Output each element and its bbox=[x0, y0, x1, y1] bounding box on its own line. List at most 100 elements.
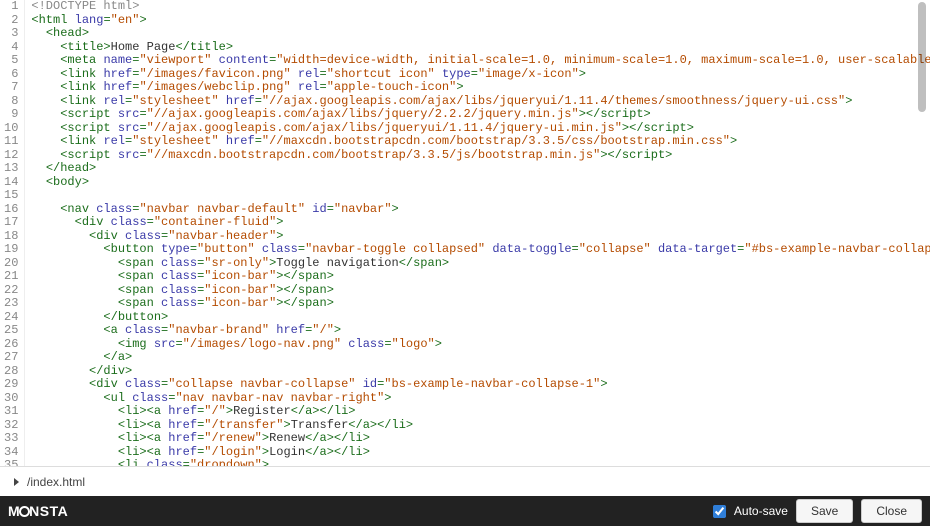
code-line[interactable]: 24 </button> bbox=[0, 311, 930, 325]
code-content[interactable]: <html lang="en"> bbox=[25, 14, 930, 28]
code-line[interactable]: 1<!DOCTYPE html> bbox=[0, 0, 930, 14]
line-number: 33 bbox=[0, 432, 25, 446]
code-content[interactable]: <li><a href="/login">Login</a></li> bbox=[25, 446, 930, 460]
save-button[interactable]: Save bbox=[796, 499, 853, 523]
autosave-label: Auto-save bbox=[734, 504, 788, 518]
line-number: 19 bbox=[0, 243, 25, 257]
code-content[interactable]: <a class="navbar-brand" href="/"> bbox=[25, 324, 930, 338]
code-line[interactable]: 31 <li><a href="/">Register</a></li> bbox=[0, 405, 930, 419]
code-content[interactable]: <div class="container-fluid"> bbox=[25, 216, 930, 230]
code-line[interactable]: 26 <img src="/images/logo-nav.png" class… bbox=[0, 338, 930, 352]
code-content[interactable]: <title>Home Page</title> bbox=[25, 41, 930, 55]
line-number: 7 bbox=[0, 81, 25, 95]
code-line[interactable]: 11 <link rel="stylesheet" href="//maxcdn… bbox=[0, 135, 930, 149]
code-content[interactable]: <head> bbox=[25, 27, 930, 41]
line-number: 23 bbox=[0, 297, 25, 311]
line-number: 8 bbox=[0, 95, 25, 109]
code-content[interactable]: <body> bbox=[25, 176, 930, 190]
code-line[interactable]: 16 <nav class="navbar navbar-default" id… bbox=[0, 203, 930, 217]
code-line[interactable]: 3 <head> bbox=[0, 27, 930, 41]
line-number: 26 bbox=[0, 338, 25, 352]
code-content[interactable]: <link rel="stylesheet" href="//maxcdn.bo… bbox=[25, 135, 930, 149]
code-content[interactable]: <!DOCTYPE html> bbox=[25, 0, 930, 14]
code-content[interactable]: <script src="//maxcdn.bootstrapcdn.com/b… bbox=[25, 149, 930, 163]
code-line[interactable]: 7 <link href="/images/webclip.png" rel="… bbox=[0, 81, 930, 95]
line-number: 3 bbox=[0, 27, 25, 41]
code-line[interactable]: 15 bbox=[0, 189, 930, 203]
code-line[interactable]: 14 <body> bbox=[0, 176, 930, 190]
code-content[interactable]: <link rel="stylesheet" href="//ajax.goog… bbox=[25, 95, 930, 109]
line-number: 4 bbox=[0, 41, 25, 55]
code-line[interactable]: 30 <ul class="nav navbar-nav navbar-righ… bbox=[0, 392, 930, 406]
code-content[interactable]: <li><a href="/renew">Renew</a></li> bbox=[25, 432, 930, 446]
code-content[interactable]: <script src="//ajax.googleapis.com/ajax/… bbox=[25, 122, 930, 136]
code-content[interactable]: <li><a href="/transfer">Transfer</a></li… bbox=[25, 419, 930, 433]
code-content[interactable]: <span class="icon-bar"></span> bbox=[25, 297, 930, 311]
status-bar: MNSTA Auto-save Save Close bbox=[0, 496, 930, 526]
code-line[interactable]: 12 <script src="//maxcdn.bootstrapcdn.co… bbox=[0, 149, 930, 163]
code-content[interactable]: <span class="sr-only">Toggle navigation<… bbox=[25, 257, 930, 271]
code-content[interactable]: </button> bbox=[25, 311, 930, 325]
code-content[interactable]: <span class="icon-bar"></span> bbox=[25, 284, 930, 298]
code-content[interactable]: <nav class="navbar navbar-default" id="n… bbox=[25, 203, 930, 217]
code-editor[interactable]: 1<!DOCTYPE html>2<html lang="en">3 <head… bbox=[0, 0, 930, 466]
code-line[interactable]: 6 <link href="/images/favicon.png" rel="… bbox=[0, 68, 930, 82]
code-line[interactable]: 8 <link rel="stylesheet" href="//ajax.go… bbox=[0, 95, 930, 109]
line-number: 17 bbox=[0, 216, 25, 230]
code-line[interactable]: 34 <li><a href="/login">Login</a></li> bbox=[0, 446, 930, 460]
code-line[interactable]: 21 <span class="icon-bar"></span> bbox=[0, 270, 930, 284]
line-number: 29 bbox=[0, 378, 25, 392]
code-line[interactable]: 27 </a> bbox=[0, 351, 930, 365]
line-number: 31 bbox=[0, 405, 25, 419]
code-line[interactable]: 20 <span class="sr-only">Toggle navigati… bbox=[0, 257, 930, 271]
autosave-toggle[interactable]: Auto-save bbox=[709, 502, 788, 521]
code-content[interactable]: </a> bbox=[25, 351, 930, 365]
code-content[interactable]: <li class="dropdown"> bbox=[25, 459, 930, 466]
code-line[interactable]: 5 <meta name="viewport" content="width=d… bbox=[0, 54, 930, 68]
line-number: 27 bbox=[0, 351, 25, 365]
line-number: 1 bbox=[0, 0, 25, 14]
code-line[interactable]: 25 <a class="navbar-brand" href="/"> bbox=[0, 324, 930, 338]
code-line[interactable]: 17 <div class="container-fluid"> bbox=[0, 216, 930, 230]
code-line[interactable]: 18 <div class="navbar-header"> bbox=[0, 230, 930, 244]
code-line[interactable]: 33 <li><a href="/renew">Renew</a></li> bbox=[0, 432, 930, 446]
code-content[interactable] bbox=[25, 189, 930, 203]
file-path-tab[interactable]: /index.html bbox=[0, 467, 99, 496]
line-number: 12 bbox=[0, 149, 25, 163]
line-number: 24 bbox=[0, 311, 25, 325]
code-content[interactable]: </div> bbox=[25, 365, 930, 379]
line-number: 16 bbox=[0, 203, 25, 217]
autosave-checkbox[interactable] bbox=[713, 505, 726, 518]
line-number: 21 bbox=[0, 270, 25, 284]
code-line[interactable]: 9 <script src="//ajax.googleapis.com/aja… bbox=[0, 108, 930, 122]
code-line[interactable]: 29 <div class="collapse navbar-collapse"… bbox=[0, 378, 930, 392]
code-line[interactable]: 2<html lang="en"> bbox=[0, 14, 930, 28]
line-number: 6 bbox=[0, 68, 25, 82]
code-content[interactable]: <li><a href="/">Register</a></li> bbox=[25, 405, 930, 419]
code-content[interactable]: <div class="navbar-header"> bbox=[25, 230, 930, 244]
code-content[interactable]: </head> bbox=[25, 162, 930, 176]
code-content[interactable]: <ul class="nav navbar-nav navbar-right"> bbox=[25, 392, 930, 406]
code-line[interactable]: 19 <button type="button" class="navbar-t… bbox=[0, 243, 930, 257]
code-content[interactable]: <meta name="viewport" content="width=dev… bbox=[25, 54, 930, 68]
code-line[interactable]: 23 <span class="icon-bar"></span> bbox=[0, 297, 930, 311]
code-line[interactable]: 32 <li><a href="/transfer">Transfer</a><… bbox=[0, 419, 930, 433]
code-content[interactable]: <script src="//ajax.googleapis.com/ajax/… bbox=[25, 108, 930, 122]
code-content[interactable]: <link href="/images/favicon.png" rel="sh… bbox=[25, 68, 930, 82]
vertical-scrollbar[interactable] bbox=[918, 2, 926, 112]
code-content[interactable]: <img src="/images/logo-nav.png" class="l… bbox=[25, 338, 930, 352]
line-number: 35 bbox=[0, 459, 25, 466]
code-line[interactable]: 22 <span class="icon-bar"></span> bbox=[0, 284, 930, 298]
code-content[interactable]: <span class="icon-bar"></span> bbox=[25, 270, 930, 284]
close-button[interactable]: Close bbox=[861, 499, 922, 523]
code-line[interactable]: 13 </head> bbox=[0, 162, 930, 176]
code-line[interactable]: 10 <script src="//ajax.googleapis.com/aj… bbox=[0, 122, 930, 136]
code-content[interactable]: <div class="collapse navbar-collapse" id… bbox=[25, 378, 930, 392]
line-number: 2 bbox=[0, 14, 25, 28]
code-line[interactable]: 35 <li class="dropdown"> bbox=[0, 459, 930, 466]
editor-window: 1<!DOCTYPE html>2<html lang="en">3 <head… bbox=[0, 0, 930, 526]
code-content[interactable]: <link href="/images/webclip.png" rel="ap… bbox=[25, 81, 930, 95]
code-line[interactable]: 28 </div> bbox=[0, 365, 930, 379]
code-line[interactable]: 4 <title>Home Page</title> bbox=[0, 41, 930, 55]
code-content[interactable]: <button type="button" class="navbar-togg… bbox=[25, 243, 930, 257]
